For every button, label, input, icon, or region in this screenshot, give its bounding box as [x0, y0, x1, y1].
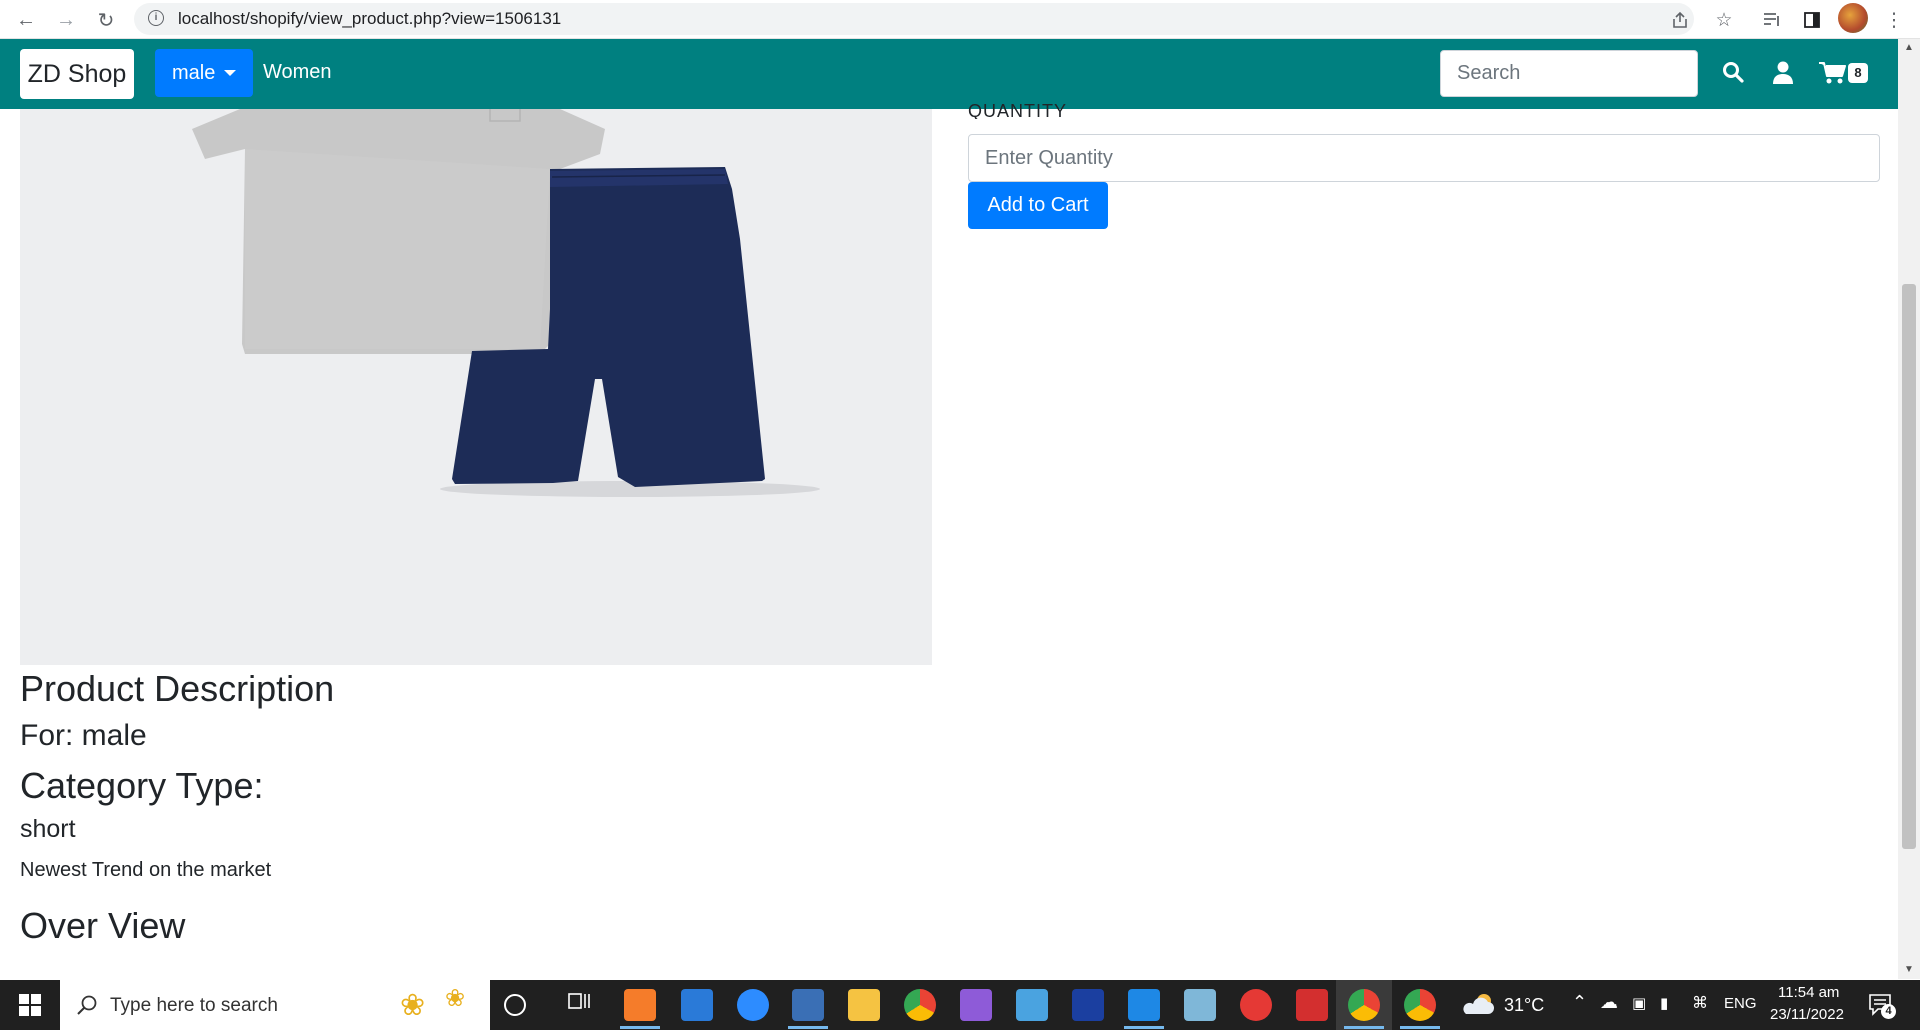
weather-icon[interactable]	[1462, 992, 1496, 1016]
scroll-up-icon[interactable]: ▲	[1898, 39, 1920, 57]
share-icon[interactable]	[1666, 6, 1694, 34]
nav-link-women[interactable]: Women	[263, 61, 332, 84]
xampp-icon[interactable]	[624, 989, 656, 1021]
snipping-tool-icon[interactable]	[792, 989, 824, 1021]
clock-time[interactable]: 11:54 am	[1778, 984, 1839, 1001]
product-image	[20, 109, 932, 665]
cortana-icon[interactable]	[504, 994, 526, 1016]
sunflower-icon: ❀	[400, 989, 426, 1022]
active-app-indicator	[788, 1026, 828, 1029]
product-description-heading: Product Description	[20, 668, 335, 709]
chrome-icon[interactable]	[1348, 989, 1380, 1021]
wifi-icon[interactable]: ⌘	[1692, 993, 1708, 1013]
more-menu-icon[interactable]: ⋮	[1880, 6, 1908, 34]
windows-taskbar: Type here to search ❀ ❀ 31°C ⌃ ☁ ▣ ▮ ⌘ E…	[0, 980, 1920, 1030]
add-to-cart-button[interactable]: Add to Cart	[968, 182, 1108, 229]
side-panel-icon[interactable]	[1798, 6, 1826, 34]
reload-icon[interactable]: ↻	[92, 6, 120, 34]
show-hidden-icons-icon[interactable]: ⌃	[1572, 992, 1587, 1013]
chrome-icon[interactable]	[1404, 989, 1436, 1021]
language-indicator[interactable]: ENG	[1724, 995, 1757, 1012]
windows-start-icon[interactable]	[0, 980, 60, 1030]
onedrive-icon[interactable]: ☁	[1600, 992, 1618, 1013]
quantity-label: QUANTITY	[968, 101, 1068, 119]
dropdown-label: male	[172, 62, 216, 84]
description-text: Newest Trend on the market	[20, 859, 272, 881]
notepad-icon[interactable]	[1184, 989, 1216, 1021]
scroll-thumb[interactable]	[1902, 284, 1916, 849]
site-info-icon[interactable]: i	[148, 10, 164, 26]
caret-down-icon	[224, 70, 236, 76]
browser-toolbar: ← → ↻ i localhost/shopify/view_product.p…	[0, 0, 1920, 39]
sunflower-icon: ❀	[445, 985, 466, 1012]
search-icon	[77, 995, 97, 1015]
store-icon[interactable]	[681, 989, 713, 1021]
taskbar-search-box[interactable]: Type here to search ❀ ❀	[60, 980, 490, 1030]
word-icon[interactable]	[1072, 989, 1104, 1021]
for-text: For: male	[20, 719, 147, 752]
active-app-indicator	[1124, 1026, 1164, 1029]
active-app-indicator	[1400, 1026, 1440, 1029]
male-dropdown-button[interactable]: male	[155, 49, 253, 97]
control-panel-icon[interactable]	[1016, 989, 1048, 1021]
vscode-icon[interactable]	[1128, 989, 1160, 1021]
cart-icon[interactable]	[1818, 61, 1848, 87]
page-scrollbar[interactable]: ▲ ▼	[1898, 39, 1920, 979]
task-view-icon[interactable]	[566, 989, 598, 1021]
zoom-icon[interactable]	[737, 989, 769, 1021]
quantity-input[interactable]	[968, 134, 1880, 182]
forward-icon[interactable]: →	[52, 6, 80, 34]
meet-now-icon[interactable]: ▣	[1632, 994, 1646, 1012]
screen-recorder-icon[interactable]	[1240, 989, 1272, 1021]
category-type-heading: Category Type:	[20, 765, 264, 806]
user-icon[interactable]	[1772, 61, 1798, 87]
wps-office-icon[interactable]	[1296, 989, 1328, 1021]
weather-temp[interactable]: 31°C	[1504, 995, 1544, 1016]
search-icon[interactable]	[1722, 61, 1748, 87]
profile-avatar[interactable]	[1838, 3, 1868, 33]
battery-icon[interactable]: ▮	[1660, 994, 1668, 1012]
file-explorer-icon[interactable]	[848, 989, 880, 1021]
brand-logo[interactable]: ZD Shop	[20, 49, 134, 99]
notification-count-badge: 4	[1881, 1004, 1896, 1019]
overview-heading: Over View	[20, 905, 186, 946]
search-input[interactable]	[1440, 50, 1698, 97]
scroll-down-icon[interactable]: ▼	[1898, 961, 1920, 979]
notification-icon[interactable]: 4	[1868, 992, 1896, 1019]
url-text: localhost/shopify/view_product.php?view=…	[178, 9, 562, 28]
back-icon[interactable]: ←	[12, 6, 40, 34]
reading-list-icon[interactable]	[1758, 6, 1786, 34]
category-value: short	[20, 815, 76, 843]
cart-count-badge: 8	[1848, 63, 1868, 83]
visual-studio-icon[interactable]	[960, 989, 992, 1021]
bookmark-star-icon[interactable]: ☆	[1710, 6, 1738, 34]
address-bar[interactable]: i localhost/shopify/view_product.php?vie…	[134, 3, 1694, 35]
active-app-indicator	[1344, 1026, 1384, 1029]
chrome-icon[interactable]	[904, 989, 936, 1021]
active-app-indicator	[620, 1026, 660, 1029]
site-navbar: ZD Shop male Women 8	[0, 39, 1898, 109]
clock-date[interactable]: 23/11/2022	[1770, 1006, 1844, 1023]
taskbar-search-placeholder: Type here to search	[110, 995, 278, 1016]
